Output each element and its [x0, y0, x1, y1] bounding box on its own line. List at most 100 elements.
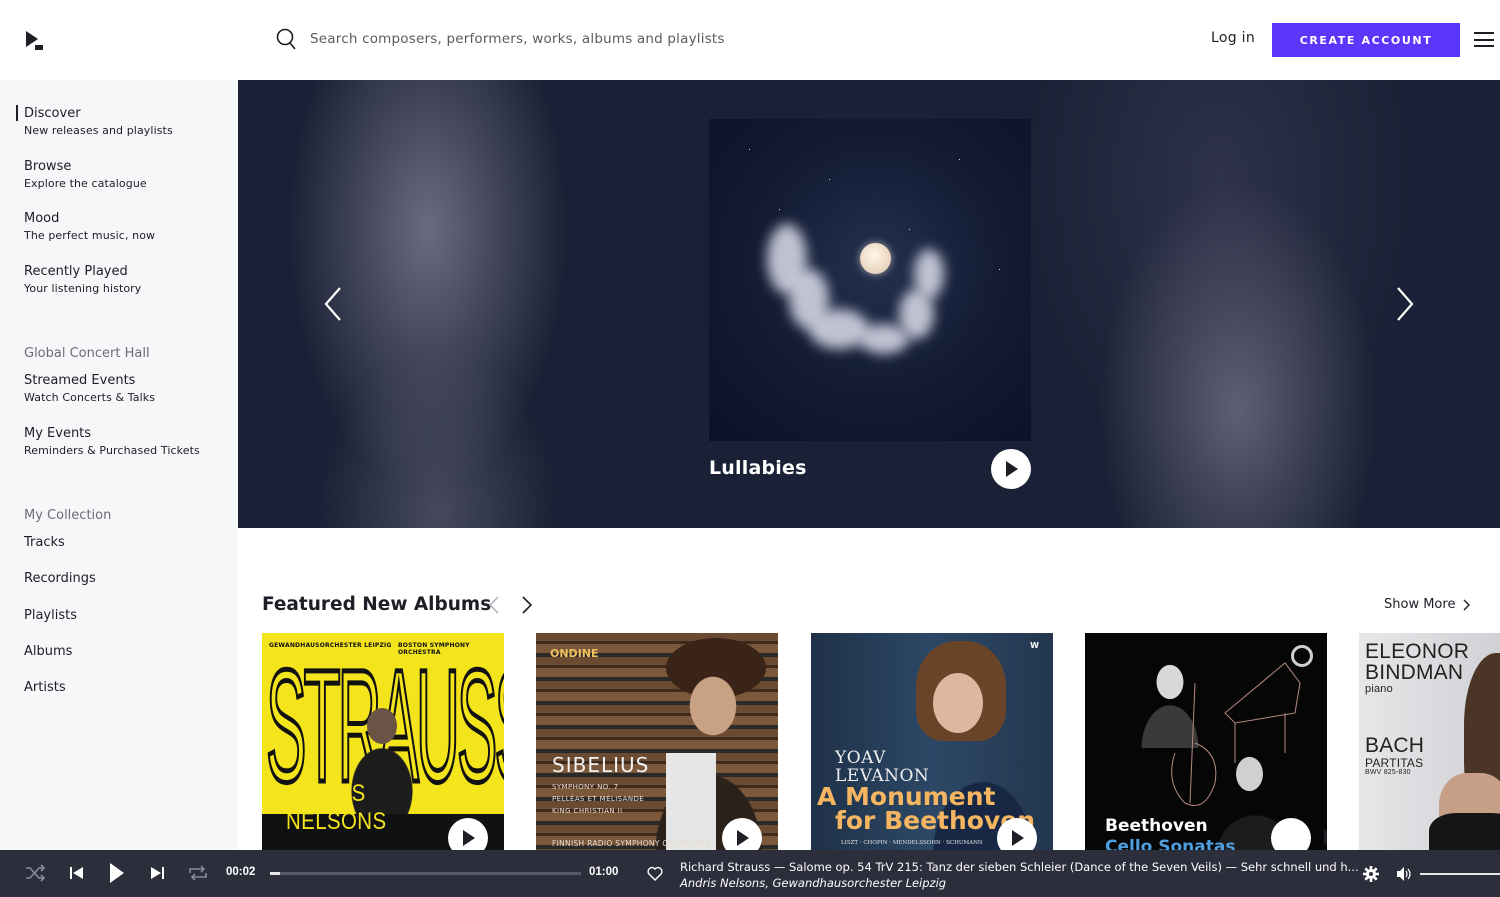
hero-title: Lullabies [709, 457, 807, 479]
album-instrument: piano [1365, 683, 1393, 695]
album-artist-line: YOAV [835, 748, 886, 768]
sidebar-item-subtitle: New releases and playlists [24, 124, 173, 137]
active-indicator [16, 105, 18, 121]
duration-time: 01:00 [589, 866, 619, 878]
album-play-button[interactable] [448, 818, 488, 850]
album-composer: BACH [1365, 734, 1425, 757]
sidebar-item-mood[interactable]: Mood The perfect music, now [24, 211, 155, 243]
now-playing-artist[interactable]: Andris Nelsons, Gewandhausorchester Leip… [680, 876, 946, 890]
sidebar-item-title: Mood [24, 211, 60, 226]
hero-play-button[interactable] [991, 449, 1031, 489]
play-icon[interactable] [108, 862, 126, 884]
section-heading-concert-hall: Global Concert Hall [24, 346, 150, 361]
album-artist: ANDRIS NELSONS [286, 780, 387, 835]
sidebar-item-streamed-events[interactable]: Streamed Events Watch Concerts & Talks [24, 373, 155, 405]
top-header: Log in CREATE ACCOUNT [0, 0, 1500, 80]
skip-previous-icon[interactable] [70, 864, 84, 882]
sidebar-item-playlists[interactable]: Playlists [24, 608, 77, 623]
sidebar-item-title: Discover [24, 106, 81, 121]
album-artist: YOAV LEVANON [835, 749, 929, 785]
search-icon[interactable] [276, 28, 296, 50]
repeat-icon[interactable] [188, 864, 208, 882]
sidebar-item-albums[interactable]: Albums [24, 644, 72, 659]
album-card[interactable]: GEWANDHAUSORCHESTER LEIPZIG BOSTON SYMPH… [262, 633, 504, 850]
search-input[interactable] [310, 31, 770, 47]
play-cursor-logo-icon [26, 31, 43, 50]
album-composers: LISZT · CHOPIN · MENDELSSOHN · SCHUMANN [841, 840, 983, 846]
album-label: W [1030, 641, 1039, 650]
album-artist: ELEONOR [1365, 640, 1470, 663]
show-more-link[interactable]: Show More [1384, 597, 1471, 612]
show-more-label: Show More [1384, 597, 1456, 612]
hero-carousel: Lullabies [238, 80, 1500, 528]
sidebar-item-discover[interactable]: Discover New releases and playlists [24, 106, 173, 138]
app-logo[interactable] [25, 30, 45, 52]
chevron-left-icon[interactable] [488, 596, 500, 614]
menu-icon[interactable] [1474, 32, 1494, 47]
sidebar-item-title: Streamed Events [24, 373, 136, 388]
album-cover-figure [367, 708, 397, 744]
album-subtitle: Cello Sonatas [1105, 837, 1236, 850]
sidebar-item-artists[interactable]: Artists [24, 680, 66, 695]
album-catalogue: BWV 825-830 [1365, 769, 1411, 776]
elapsed-time: 00:02 [226, 866, 256, 878]
cello-piano-drawing [1171, 662, 1301, 806]
sidebar-item-tracks[interactable]: Tracks [24, 535, 65, 550]
chevron-right-icon[interactable] [1394, 286, 1416, 322]
sidebar-item-subtitle: The perfect music, now [24, 229, 156, 242]
volume-icon[interactable] [1397, 867, 1412, 881]
search-bar [276, 28, 770, 50]
album-play-button[interactable] [1271, 818, 1327, 850]
hero-playlist-cover[interactable] [709, 119, 1031, 441]
sidebar-item-subtitle: Explore the catalogue [24, 177, 147, 190]
progress-bar[interactable] [270, 872, 581, 875]
album-label-icon [1291, 645, 1313, 667]
album-card[interactable]: ONDINE SIBELIUS SYMPHONY NO. 7 PELLÉAS E… [536, 633, 778, 850]
album-play-button[interactable] [722, 818, 762, 850]
play-icon [737, 830, 749, 846]
login-link[interactable]: Log in [1211, 30, 1255, 46]
progress-fill [270, 872, 281, 875]
moon-image [860, 243, 891, 274]
volume-slider[interactable] [1420, 873, 1500, 875]
chevron-right-icon[interactable] [521, 596, 533, 614]
album-play-button[interactable] [997, 818, 1037, 850]
heart-icon[interactable] [647, 866, 663, 881]
chevron-left-icon[interactable] [322, 286, 344, 322]
now-playing-title[interactable]: Richard Strauss — Salome op. 54 TrV 215:… [680, 860, 1359, 874]
sidebar-item-title: Recently Played [24, 264, 128, 279]
skip-next-icon[interactable] [150, 864, 164, 882]
play-icon [463, 830, 475, 846]
album-work: PELLÉAS ET MÉLISANDE [552, 795, 645, 803]
album-work: KING CHRISTIAN II [552, 807, 623, 815]
sidebar-item-browse[interactable]: Browse Explore the catalogue [24, 159, 147, 191]
section-heading-collection: My Collection [24, 508, 112, 523]
album-card[interactable]: W YOAV LEVANON A Monument for Beethoven … [811, 633, 1053, 850]
album-cover-figure [666, 753, 716, 850]
album-title: PARTITAS [1365, 756, 1424, 770]
album-cover-figure [933, 673, 983, 733]
album-title: SIBELIUS [552, 753, 650, 777]
play-icon [1012, 830, 1024, 846]
sidebar-item-my-events[interactable]: My Events Reminders & Purchased Tickets [24, 426, 200, 458]
album-card[interactable]: ELEONOR BINDMAN piano BACH PARTITAS BWV … [1359, 633, 1500, 850]
sidebar-item-recently-played[interactable]: Recently Played Your listening history [24, 264, 141, 296]
album-artist: BINDMAN [1365, 661, 1464, 684]
album-title: Beethoven [1105, 816, 1208, 836]
sidebar-item-subtitle: Your listening history [24, 282, 142, 295]
settings-gear-icon[interactable] [1363, 866, 1379, 882]
create-account-button[interactable]: CREATE ACCOUNT [1272, 23, 1460, 57]
album-orchestra: FINNISH RADIO SYMPHONY ORCHESTRA [552, 839, 711, 848]
play-icon [1006, 461, 1018, 477]
sidebar-item-title: Browse [24, 159, 72, 174]
chevron-right-icon [1463, 599, 1471, 610]
section-title-featured-albums: Featured New Albums [262, 594, 492, 615]
shuffle-icon[interactable] [25, 864, 47, 882]
album-cover-figure [1429, 813, 1500, 850]
album-work: SYMPHONY NO. 7 [552, 783, 619, 791]
album-label: ONDINE [550, 647, 599, 660]
play-icon [1324, 829, 1327, 845]
sidebar-item-subtitle: Reminders & Purchased Tickets [24, 444, 200, 457]
album-card[interactable]: Beethoven Cello Sonatas [1085, 633, 1327, 850]
sidebar-item-recordings[interactable]: Recordings [24, 571, 96, 586]
